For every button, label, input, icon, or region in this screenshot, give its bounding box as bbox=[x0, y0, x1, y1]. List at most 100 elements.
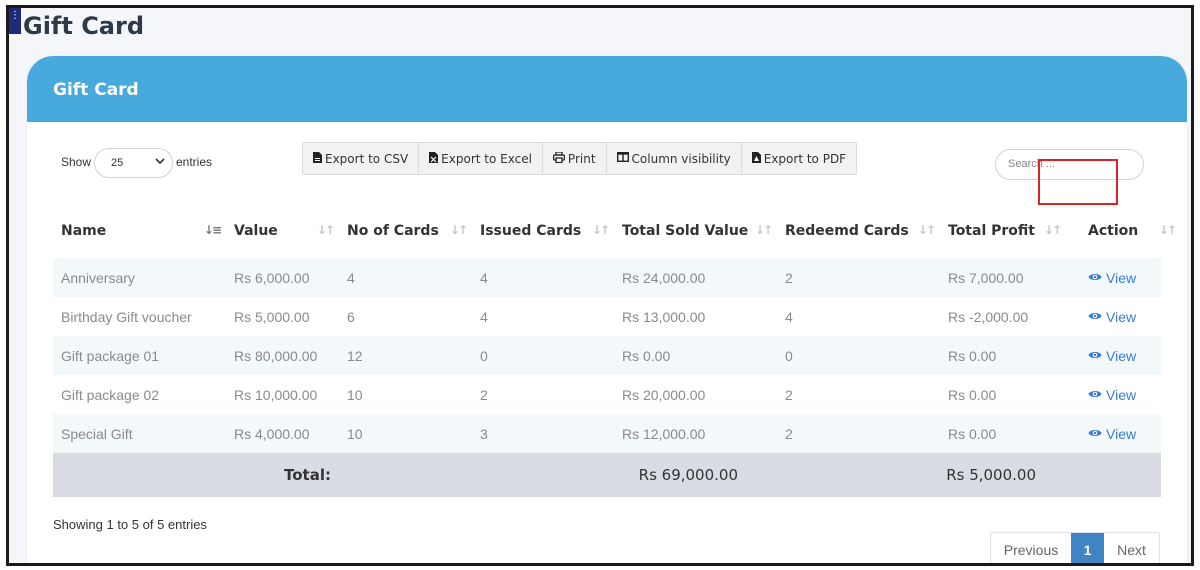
view-link[interactable]: View bbox=[1088, 270, 1136, 286]
menu-dots-icon[interactable]: ⋮ bbox=[9, 8, 21, 34]
card-header: Gift Card bbox=[27, 56, 1187, 122]
cell-name: Special Gift bbox=[53, 414, 226, 453]
column-header-action[interactable]: Action ↓↑ bbox=[1066, 204, 1177, 258]
pagination: Previous 1 Next bbox=[990, 532, 1160, 563]
columns-icon bbox=[616, 151, 629, 165]
page-title: Gift Card bbox=[23, 12, 145, 40]
column-header-total-profit[interactable]: Total Profit ↓↑ bbox=[940, 204, 1066, 258]
cell-issued-cards: 0 bbox=[472, 336, 614, 375]
file-excel-icon bbox=[429, 151, 439, 166]
cell-issued-cards: 4 bbox=[472, 297, 614, 336]
eye-icon bbox=[1088, 427, 1102, 441]
sort-icon: ↓↑ bbox=[1043, 223, 1062, 237]
total-empty-cell bbox=[1066, 453, 1161, 497]
export-csv-button[interactable]: Export to CSV bbox=[303, 143, 420, 174]
total-sold-value: Rs 69,000.00 bbox=[339, 453, 777, 497]
cell-total-profit: Rs -2,000.00 bbox=[940, 297, 1066, 336]
cell-value: Rs 10,000.00 bbox=[226, 375, 339, 414]
cell-total-sold-value: Rs 13,000.00 bbox=[614, 297, 777, 336]
eye-icon bbox=[1088, 349, 1102, 363]
cell-action: View bbox=[1066, 336, 1161, 375]
column-header-total-sold-value[interactable]: Total Sold Value ↓↑ bbox=[614, 204, 777, 258]
export-pdf-button[interactable]: Export to PDF bbox=[742, 143, 856, 174]
column-header-value[interactable]: Value ↓↑ bbox=[226, 204, 339, 258]
cell-issued-cards: 3 bbox=[472, 414, 614, 453]
total-label: Total: bbox=[53, 453, 339, 497]
cell-issued-cards: 4 bbox=[472, 258, 614, 297]
view-link[interactable]: View bbox=[1088, 426, 1136, 442]
cell-value: Rs 4,000.00 bbox=[226, 414, 339, 453]
view-label: View bbox=[1106, 270, 1137, 286]
next-page-button[interactable]: Next bbox=[1104, 533, 1159, 563]
column-header-issued-cards[interactable]: Issued Cards ↓↑ bbox=[472, 204, 614, 258]
column-visibility-button[interactable]: Column visibility bbox=[607, 143, 742, 174]
card-title: Gift Card bbox=[53, 80, 139, 100]
gift-card-table: Name ↓≡ Value ↓↑ No of Cards ↓↑ Issued Card… bbox=[53, 204, 1177, 497]
search-input[interactable]: Search ... bbox=[995, 149, 1144, 180]
cell-redeemed-cards: 0 bbox=[777, 336, 940, 375]
view-link[interactable]: View bbox=[1088, 309, 1136, 325]
column-header-name[interactable]: Name ↓≡ bbox=[53, 204, 226, 258]
sort-icon: ↓↑ bbox=[591, 223, 610, 237]
cell-name: Gift package 02 bbox=[53, 375, 226, 414]
screenshot-frame: ⋮ Gift Card Gift Card Show 25 entries Ex… bbox=[6, 5, 1194, 566]
cell-redeemed-cards: 2 bbox=[777, 414, 940, 453]
table-row: Gift package 01 Rs 80,000.00 12 0 Rs 0.00 0 Rs… bbox=[53, 336, 1161, 375]
table-row: Anniversary Rs 6,000.00 4 4 Rs 24,000.00 2 Rs … bbox=[53, 258, 1161, 297]
cell-total-sold-value: Rs 20,000.00 bbox=[614, 375, 777, 414]
cell-value: Rs 80,000.00 bbox=[226, 336, 339, 375]
cell-no-of-cards: 10 bbox=[339, 414, 472, 453]
cell-name: Gift package 01 bbox=[53, 336, 226, 375]
eye-icon bbox=[1088, 271, 1102, 285]
view-link[interactable]: View bbox=[1088, 348, 1136, 364]
cell-action: View bbox=[1066, 297, 1161, 336]
table-row: Gift package 02 Rs 10,000.00 10 2 Rs 20,000.… bbox=[53, 375, 1161, 414]
page-1-button[interactable]: 1 bbox=[1071, 533, 1104, 563]
cell-redeemed-cards: 2 bbox=[777, 258, 940, 297]
cell-action: View bbox=[1066, 375, 1161, 414]
cell-total-profit: Rs 0.00 bbox=[940, 414, 1066, 453]
previous-page-button[interactable]: Previous bbox=[991, 533, 1071, 563]
cell-total-profit: Rs 0.00 bbox=[940, 375, 1066, 414]
table-info-text: Showing 1 to 5 of 5 entries bbox=[53, 517, 207, 532]
cell-value: Rs 5,000.00 bbox=[226, 297, 339, 336]
entries-per-page-select[interactable]: 25 bbox=[94, 148, 173, 178]
eye-icon bbox=[1088, 388, 1102, 402]
cell-no-of-cards: 10 bbox=[339, 375, 472, 414]
view-label: View bbox=[1106, 387, 1137, 403]
column-header-redeemed-cards[interactable]: Redeemd Cards ↓↑ bbox=[777, 204, 940, 258]
sort-icon: ↓↑ bbox=[316, 223, 335, 237]
column-header-no-of-cards[interactable]: No of Cards ↓↑ bbox=[339, 204, 472, 258]
view-link[interactable]: View bbox=[1088, 387, 1136, 403]
cell-total-sold-value: Rs 24,000.00 bbox=[614, 258, 777, 297]
export-csv-label: Export to CSV bbox=[325, 151, 409, 166]
show-label: Show bbox=[61, 155, 92, 169]
table-row: Birthday Gift voucher Rs 5,000.00 6 4 Rs 13,… bbox=[53, 297, 1161, 336]
cell-action: View bbox=[1066, 258, 1161, 297]
total-profit-value: Rs 5,000.00 bbox=[777, 453, 1066, 497]
cell-redeemed-cards: 4 bbox=[777, 297, 940, 336]
view-label: View bbox=[1106, 309, 1137, 325]
export-excel-label: Export to Excel bbox=[441, 151, 532, 166]
table-footer-row: Total: Rs 69,000.00 Rs 5,000.00 bbox=[53, 453, 1161, 497]
cell-issued-cards: 2 bbox=[472, 375, 614, 414]
sort-icon: ↓↑ bbox=[754, 223, 773, 237]
sort-asc-icon: ↓≡ bbox=[203, 223, 222, 237]
column-visibility-label: Column visibility bbox=[631, 151, 731, 166]
file-csv-icon bbox=[313, 151, 322, 166]
cell-total-profit: Rs 7,000.00 bbox=[940, 258, 1066, 297]
export-button-group: Export to CSV Export to Excel Print Colu… bbox=[302, 142, 858, 175]
chevron-down-icon bbox=[155, 156, 165, 169]
cell-action: View bbox=[1066, 414, 1161, 453]
file-pdf-icon bbox=[751, 151, 761, 166]
print-button[interactable]: Print bbox=[543, 143, 607, 174]
cell-redeemed-cards: 2 bbox=[777, 375, 940, 414]
export-excel-button[interactable]: Export to Excel bbox=[419, 143, 543, 174]
cell-total-sold-value: Rs 0.00 bbox=[614, 336, 777, 375]
table-header-row: Name ↓≡ Value ↓↑ No of Cards ↓↑ Issued Card… bbox=[53, 204, 1177, 258]
gift-card-panel: Gift Card Show 25 entries Export to CSV … bbox=[27, 56, 1187, 563]
export-pdf-label: Export to PDF bbox=[763, 151, 847, 166]
cell-total-sold-value: Rs 12,000.00 bbox=[614, 414, 777, 453]
entries-per-page-value: 25 bbox=[111, 157, 124, 169]
view-label: View bbox=[1106, 426, 1137, 442]
